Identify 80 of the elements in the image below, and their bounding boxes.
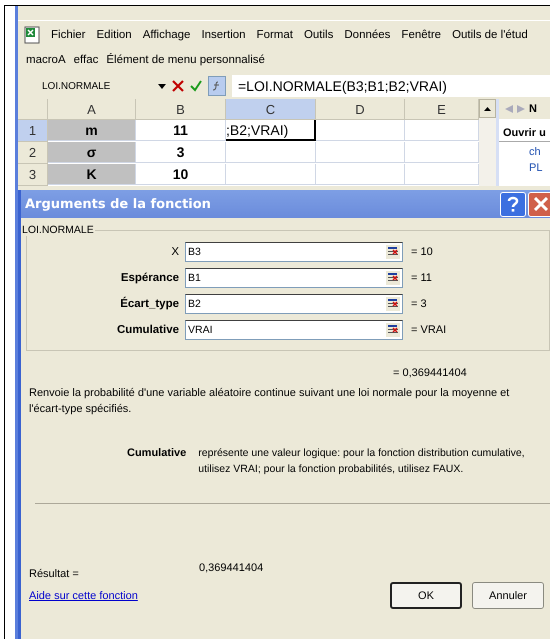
- argument-result: = VRAI: [410, 324, 446, 336]
- table-cell[interactable]: 11: [136, 120, 226, 141]
- argument-field[interactable]: VRAI: [185, 320, 403, 340]
- argument-result: = 3: [410, 298, 427, 310]
- collapse-dialog-icon[interactable]: [386, 271, 400, 285]
- table-cell[interactable]: [226, 164, 316, 185]
- argument-field[interactable]: B3: [185, 242, 403, 262]
- table-cell[interactable]: m: [48, 120, 136, 141]
- table-cell[interactable]: [405, 142, 479, 163]
- menu-item[interactable]: Données: [344, 28, 390, 40]
- argument-name: Cumulative: [127, 446, 186, 461]
- scroll-up-button[interactable]: [479, 99, 496, 118]
- function-icon[interactable]: [212, 81, 222, 91]
- menu-item[interactable]: Format: [256, 28, 293, 40]
- table-cell[interactable]: 3: [136, 142, 226, 163]
- table-cell[interactable]: [316, 164, 405, 185]
- ok-button[interactable]: OK: [390, 582, 462, 609]
- name-box[interactable]: LOI.NORMALE: [18, 80, 152, 92]
- caret-icon[interactable]: [158, 84, 166, 88]
- argument-result: = 11: [410, 272, 432, 284]
- help-button[interactable]: [500, 192, 526, 216]
- argument-field[interactable]: B2: [185, 294, 403, 314]
- table-cell[interactable]: σ: [48, 142, 136, 163]
- menu-item[interactable]: Affichage: [142, 28, 190, 40]
- pane-link[interactable]: ch: [499, 142, 550, 158]
- table-cell[interactable]: [405, 120, 479, 141]
- menu-item[interactable]: effac: [74, 54, 98, 66]
- table-cell[interactable]: [316, 120, 405, 141]
- table-cell[interactable]: K: [48, 164, 136, 185]
- argument-label: X: [170, 246, 180, 258]
- group-label: LOI.NORMALE: [21, 224, 95, 236]
- menu-item[interactable]: Outils: [304, 28, 334, 40]
- column-header[interactable]: D: [316, 99, 405, 120]
- close-button[interactable]: [528, 192, 550, 216]
- check-icon[interactable]: [190, 80, 202, 92]
- argument-description: représente une valeur logique: pour la fonction distribution cumulative, utilisez VRAI; pour la fonction probabilités, utilisez FAUX.: [198, 446, 526, 477]
- menu-item[interactable]: Élément de menu personnalisé: [106, 54, 265, 66]
- menu-item[interactable]: Fichier: [51, 28, 86, 40]
- row-header[interactable]: 1: [18, 120, 48, 142]
- pane-title: N: [529, 103, 537, 115]
- menu-item[interactable]: macroA: [26, 54, 66, 66]
- spreadsheet-app-icon[interactable]: [24, 26, 40, 44]
- argument-label: Écart_type: [119, 298, 180, 310]
- argument-field[interactable]: B1: [185, 268, 403, 288]
- table-cell[interactable]: ;B2;VRAI): [226, 120, 316, 141]
- pane-link[interactable]: PL: [499, 158, 550, 174]
- argument-label: Espérance: [120, 272, 180, 284]
- cancel-icon[interactable]: [172, 80, 184, 92]
- collapse-dialog-icon[interactable]: [386, 323, 400, 337]
- pane-heading: Ouvrir u: [499, 119, 550, 142]
- help-icon[interactable]: [507, 196, 519, 212]
- column-header[interactable]: E: [405, 99, 479, 120]
- row-header[interactable]: 2: [18, 142, 48, 164]
- column-header[interactable]: C: [226, 99, 316, 120]
- help-link[interactable]: Aide sur cette fonction: [29, 590, 199, 602]
- result-label: Résultat =: [29, 567, 80, 582]
- result-value: 0,369441404: [199, 561, 264, 576]
- menu-item[interactable]: Outils de l'étud: [452, 28, 528, 40]
- table-cell[interactable]: [316, 142, 405, 163]
- menu-item[interactable]: Insertion: [201, 28, 246, 40]
- column-header[interactable]: B: [136, 99, 226, 120]
- formula-result: = 0,369441404: [392, 366, 468, 381]
- function-description: Renvoie la probabilité d'une variable aléatoire continue suivant une loi normale pour la moyenne et l'écart-type spécifiés.: [28, 386, 510, 417]
- table-cell[interactable]: 10: [136, 164, 226, 185]
- insert-function-button[interactable]: [208, 76, 226, 96]
- table-cell[interactable]: [405, 164, 479, 185]
- dialog-title: Arguments de la fonction: [25, 196, 211, 212]
- collapse-dialog-icon[interactable]: [386, 297, 400, 311]
- collapse-dialog-icon[interactable]: [386, 245, 400, 259]
- column-header[interactable]: A: [48, 99, 136, 120]
- menu-item[interactable]: Edition: [96, 28, 132, 40]
- close-icon[interactable]: [534, 197, 548, 211]
- formula-field[interactable]: =LOI.NORMALE(B3;B1;B2;VRAI): [232, 75, 550, 97]
- cancel-button[interactable]: Annuler: [472, 582, 544, 609]
- menu-item[interactable]: Fenêtre: [401, 28, 442, 40]
- table-cell[interactable]: [226, 142, 316, 163]
- row-header[interactable]: 3: [18, 164, 48, 186]
- argument-result: = 10: [410, 246, 433, 258]
- argument-label: Cumulative: [116, 324, 180, 336]
- up-arrow-icon[interactable]: [484, 106, 491, 110]
